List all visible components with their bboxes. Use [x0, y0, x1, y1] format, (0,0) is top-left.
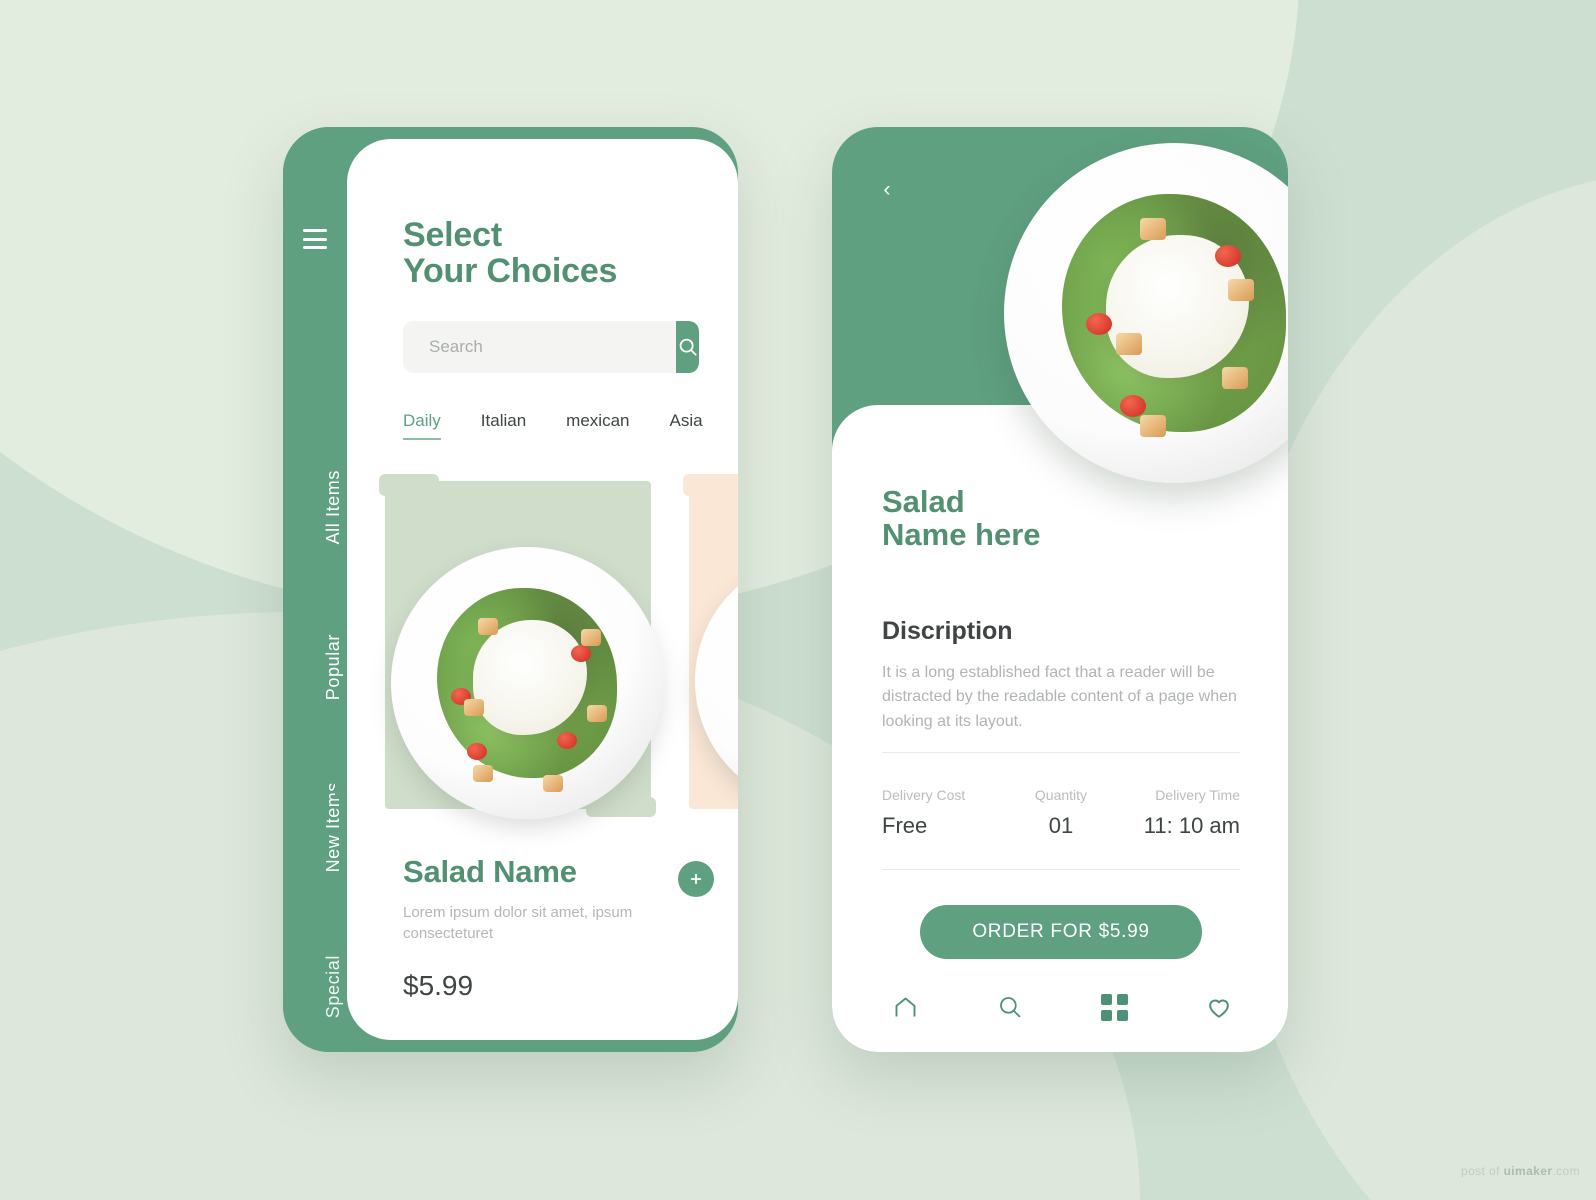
description-body: It is a long established fact that a rea…: [882, 664, 1237, 730]
watermark-suffix: .com: [1552, 1164, 1580, 1178]
crouton: [1221, 367, 1248, 390]
plus-icon: [690, 873, 702, 885]
grid-cell: [1100, 993, 1112, 1005]
bottom-navigation: [882, 987, 1242, 1027]
hamburger-bar: [303, 246, 327, 249]
tomato: [1085, 313, 1112, 335]
nav-home[interactable]: [882, 987, 928, 1027]
crouton: [1116, 333, 1143, 356]
product-carousel[interactable]: [347, 469, 738, 829]
stat-quantity: Quantity 01: [1001, 787, 1120, 839]
home-icon: [895, 997, 915, 1016]
crouton: [586, 704, 607, 722]
nav-grid[interactable]: [1091, 987, 1137, 1027]
page-title-line-1: Select: [403, 216, 502, 254]
page-title-line-2: Your Choices: [403, 252, 618, 291]
watermark-prefix: post of: [1461, 1164, 1504, 1178]
tab-italian[interactable]: Italian: [481, 411, 526, 438]
tomato: [570, 644, 591, 662]
crouton: [581, 628, 602, 646]
crouton: [464, 699, 485, 717]
search-input[interactable]: [403, 321, 676, 373]
watermark: post of uimaker.com: [1461, 1164, 1580, 1178]
nav-search[interactable]: [987, 987, 1033, 1027]
crouton: [472, 764, 493, 782]
stat-value: Free: [882, 813, 928, 838]
tab-daily[interactable]: Daily: [403, 411, 441, 440]
rail-item-label: Special: [322, 955, 343, 1019]
detail-title: Salad Name here: [882, 485, 1041, 552]
crouton: [478, 617, 499, 635]
grid-icon: [1100, 993, 1128, 1021]
heart-icon: [1209, 999, 1229, 1018]
page-background: [0, 0, 1596, 1200]
grid-cell: [1116, 1009, 1128, 1021]
stat-value: 11: 10 am: [1143, 813, 1240, 838]
search-icon: [679, 338, 697, 356]
watermark-brand: uimaker: [1503, 1164, 1553, 1178]
product-name: Salad Name: [403, 854, 577, 889]
tab-asia[interactable]: Asia: [669, 411, 702, 438]
nav-favorites[interactable]: [1196, 987, 1242, 1027]
hamburger-icon[interactable]: [303, 229, 327, 249]
rail-item-label: All Items: [322, 469, 343, 545]
rail-item-label: Popular: [322, 633, 343, 701]
detail-title-line-1: Salad: [882, 484, 965, 519]
tomato: [556, 731, 577, 749]
product-card-salad[interactable]: [379, 469, 663, 821]
product-price: $5.99: [403, 970, 474, 1002]
crouton: [1140, 217, 1166, 240]
product-summary: Salad Name Lorem ipsum dolor sit amet, i…: [403, 854, 714, 1002]
hamburger-bar: [303, 237, 327, 241]
stat-delivery-time: Delivery Time 11: 10 am: [1121, 787, 1240, 839]
grid-cell: [1100, 1009, 1112, 1021]
crouton: [543, 775, 564, 793]
description-heading: Discription: [882, 617, 1013, 645]
order-stats: Delivery Cost Free Quantity 01 Delivery …: [882, 787, 1240, 839]
category-tabs: Daily Italian mexican Asia: [403, 411, 738, 440]
grid-cell: [1116, 993, 1128, 1005]
detail-title-line-2: Name here: [882, 517, 1041, 553]
tomato: [1214, 245, 1241, 267]
salad-photo: [391, 547, 663, 819]
product-description: Lorem ipsum dolor sit amet, ipsum consec…: [403, 904, 633, 942]
divider-bottom: [882, 869, 1240, 870]
page-title: Select Your Choices: [403, 217, 617, 289]
add-to-cart-button[interactable]: [678, 861, 714, 897]
stat-delivery-cost: Delivery Cost Free: [882, 787, 1001, 839]
hamburger-bar: [303, 229, 327, 232]
search-icon: [999, 997, 1020, 1018]
chevron-left-icon: ‹: [883, 178, 891, 201]
search-button[interactable]: [676, 321, 699, 373]
stat-label: Delivery Time: [1155, 787, 1240, 803]
tomato: [1119, 394, 1146, 417]
divider-top: [882, 752, 1240, 753]
back-button[interactable]: ‹: [870, 173, 904, 207]
crouton: [1140, 415, 1166, 437]
phone-screen-list: All Items Popular New Items Special › Se…: [283, 127, 738, 1052]
product-card-burger[interactable]: [683, 469, 738, 821]
order-button[interactable]: ORDER FOR $5.99: [920, 905, 1202, 959]
crouton: [1228, 279, 1255, 301]
stat-label: Quantity: [1034, 787, 1088, 803]
phone-screen-detail: ‹ Salad Name here Discription It is a lo…: [832, 127, 1288, 1052]
search-bar: [403, 321, 699, 373]
tomato: [467, 742, 488, 760]
stat-label: Delivery Cost: [882, 787, 966, 803]
tab-mexican[interactable]: mexican: [566, 411, 629, 438]
stat-value: 01: [1048, 813, 1074, 838]
list-screen-sheet: Select Your Choices Daily Italian mexica…: [347, 139, 738, 1040]
